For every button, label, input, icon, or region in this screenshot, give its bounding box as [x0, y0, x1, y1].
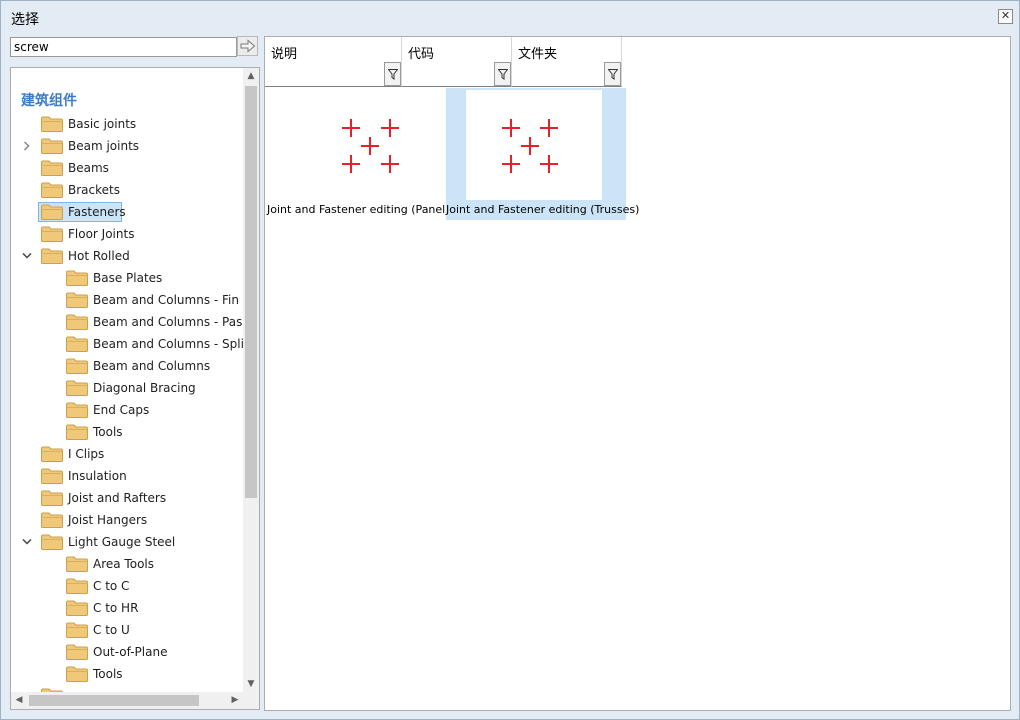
component-tree-panel: 建筑组件 Basic joints Beam joints Beams Bracket… — [10, 67, 260, 710]
folder-icon — [66, 578, 88, 594]
tree-item-label: Joist Hangers — [68, 513, 148, 527]
folder-icon — [66, 622, 88, 638]
folder-icon — [66, 424, 88, 440]
tree-item-label: Tools — [93, 667, 123, 681]
folder-icon — [41, 116, 63, 132]
folder-icon — [41, 248, 63, 264]
folder-icon — [41, 490, 63, 506]
scroll-up-icon[interactable]: ▲ — [243, 68, 259, 84]
component-crosses-icon — [502, 119, 558, 173]
tree-item-label: Area Tools — [93, 557, 154, 571]
filter-icon — [608, 69, 618, 80]
tree-item-label: Beam and Columns - Fin Plate — [93, 293, 243, 307]
tree-item-label: Hot Rolled — [68, 249, 130, 263]
chevron-right-icon[interactable] — [21, 136, 33, 157]
window-title: 选择 — [11, 12, 39, 28]
tree-item-label: Basic joints — [68, 117, 137, 131]
title-bar: 选择 ✕ — [1, 1, 1019, 33]
result-thumbnail — [466, 90, 602, 200]
tree-item-label: Beam and Columns — [93, 359, 211, 373]
folder-icon — [41, 226, 63, 242]
tree-item-label: Base Plates — [93, 271, 163, 285]
tree-item-label: Beam joints — [68, 139, 140, 153]
folder-icon — [41, 138, 63, 154]
folder-icon — [41, 468, 63, 484]
result-caption: Joint and Fastener editing (Panels) — [267, 203, 456, 216]
folder-icon — [41, 534, 63, 550]
tree-item-label: Insulation — [68, 469, 127, 483]
folder-icon — [66, 556, 88, 572]
tree-item-label: Diagonal Bracing — [93, 381, 196, 395]
column-header-label: 文件夹 — [518, 47, 558, 62]
tree-item-label: Beam and Columns - Passing — [93, 315, 243, 329]
horizontal-scroll-thumb[interactable] — [29, 695, 199, 706]
tree-item-label: Joist and Rafters — [68, 491, 167, 505]
filter-icon — [388, 69, 398, 80]
tree-item-label: Fasteners — [68, 205, 126, 219]
column-header-folder[interactable]: 文件夹 — [512, 37, 622, 87]
column-header-label: 说明 — [271, 47, 298, 62]
results-panel: 说明 代码 文件夹 Joint and Fastener editing (Pa… — [264, 36, 1011, 711]
folder-icon — [66, 644, 88, 660]
folder-icon — [66, 314, 88, 330]
tree-item-label: C to C — [93, 579, 130, 593]
folder-icon — [41, 204, 63, 220]
close-button[interactable]: ✕ — [998, 9, 1013, 24]
result-item-selected[interactable]: Joint and Fastener editing (Trusses) — [446, 88, 640, 220]
tree-root-label[interactable]: 建筑组件 — [21, 90, 77, 110]
folder-icon — [41, 446, 63, 462]
folder-icon — [41, 182, 63, 198]
folder-icon — [41, 512, 63, 528]
tree-item-label: Beam and Columns - Splice — [93, 337, 243, 351]
vertical-scroll-thumb[interactable] — [245, 86, 257, 498]
select-dialog: 选择 ✕ 建筑组件 Basic joints Beam joints Beams Br… — [0, 0, 1020, 720]
scroll-right-icon[interactable]: ▶ — [227, 692, 243, 709]
tree-item-label: C to U — [93, 623, 130, 637]
tree-item-label: Brackets — [68, 183, 120, 197]
chevron-down-icon[interactable] — [21, 246, 33, 266]
scroll-down-icon[interactable]: ▼ — [243, 676, 259, 692]
scroll-left-icon[interactable]: ◀ — [11, 692, 27, 709]
folder-icon — [66, 270, 88, 286]
folder-icon — [66, 292, 88, 308]
tree-item-label: Beams — [68, 161, 109, 175]
folder-icon — [66, 380, 88, 396]
column-header-code[interactable]: 代码 — [402, 37, 512, 87]
tree-item-label: Floor Joints — [68, 227, 135, 241]
tree-item-label: Out-of-Plane — [93, 645, 168, 659]
filter-button[interactable] — [494, 62, 511, 86]
folder-icon — [41, 160, 63, 176]
folder-icon — [66, 600, 88, 616]
filter-button[interactable] — [384, 62, 401, 86]
folder-icon — [66, 666, 88, 682]
arrow-right-icon — [240, 39, 256, 53]
component-crosses-icon — [342, 119, 399, 173]
column-header-label: 代码 — [408, 47, 435, 62]
result-item[interactable]: Joint and Fastener editing (Panels) — [267, 88, 456, 220]
search-go-button[interactable] — [237, 36, 258, 56]
folder-icon — [66, 358, 88, 374]
tree-item-label: I Clips — [68, 447, 105, 461]
tree-vertical-scrollbar[interactable]: ▲ ▼ — [243, 68, 259, 692]
result-caption: Joint and Fastener editing (Trusses) — [446, 203, 640, 216]
column-header-description[interactable]: 说明 — [265, 37, 402, 87]
tree-item-label: Tools — [93, 425, 123, 439]
close-icon: ✕ — [1000, 9, 1011, 22]
search-input[interactable] — [10, 37, 237, 57]
result-thumbnail — [287, 90, 423, 200]
tree-horizontal-scrollbar[interactable]: ◀ ▶ — [11, 692, 243, 709]
folder-icon — [66, 336, 88, 352]
component-tree: 建筑组件 Basic joints Beam joints Beams Bracket… — [11, 68, 243, 692]
filter-icon — [498, 69, 508, 80]
tree-item-label: End Caps — [93, 403, 150, 417]
folder-icon — [66, 402, 88, 418]
tree-item-label: Light Gauge Steel — [68, 535, 176, 549]
tree-item-label: C to HR — [93, 601, 139, 615]
scroll-corner — [243, 692, 259, 709]
chevron-down-icon[interactable] — [21, 532, 33, 552]
filter-button[interactable] — [604, 62, 621, 86]
